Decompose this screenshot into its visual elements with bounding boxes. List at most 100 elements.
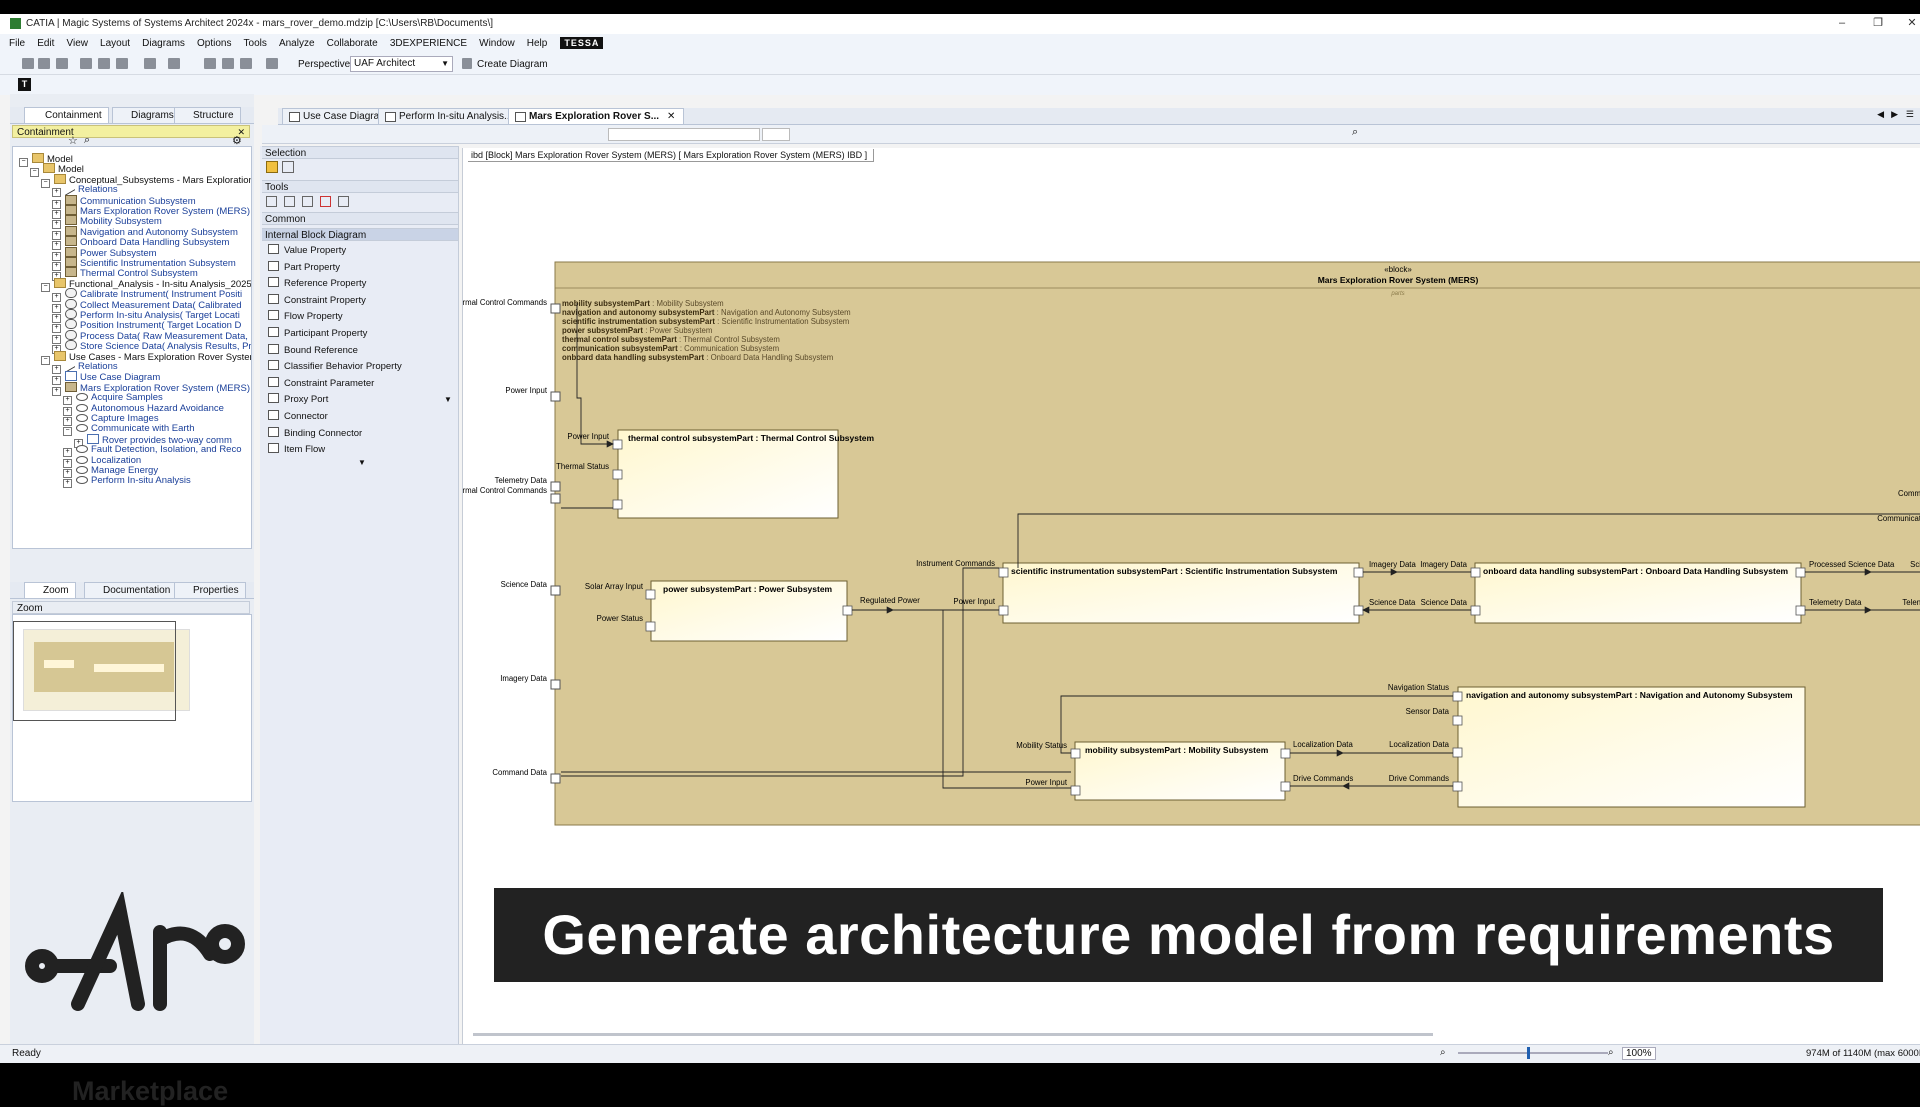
tab-scroll-right-icon[interactable]: ▶ bbox=[1891, 109, 1898, 120]
secondary-toolbar: T bbox=[0, 75, 1920, 95]
zoom-viewport-frame[interactable] bbox=[13, 621, 176, 721]
palette-item[interactable]: Classifier Behavior Property bbox=[268, 360, 402, 372]
palette-item[interactable]: Flow Property bbox=[268, 310, 343, 322]
zoom-out-icon[interactable]: ⌕ bbox=[1440, 1047, 1446, 1058]
outer-port[interactable] bbox=[550, 303, 561, 314]
palette-item[interactable]: Reference Property bbox=[268, 277, 366, 289]
menu-analyze[interactable]: Analyze bbox=[279, 38, 315, 49]
menu-diagrams[interactable]: Diagrams bbox=[142, 38, 185, 49]
zoom-slider[interactable] bbox=[1458, 1052, 1608, 1054]
ibd-diagram[interactable]: «block» Mars Exploration Rover System (M… bbox=[463, 148, 1920, 948]
tab-perform-in-situ-analysis[interactable]: Perform In-situ Analysis... bbox=[378, 108, 522, 124]
menu-3dexperience[interactable]: 3DEXPERIENCE bbox=[390, 38, 467, 49]
palette-ibd-header[interactable]: Internal Block Diagram bbox=[262, 228, 458, 241]
expand-toggle-icon[interactable]: − bbox=[41, 178, 50, 188]
zoom-in-icon[interactable]: ⌕ bbox=[1608, 1047, 1614, 1058]
zoom-percent[interactable]: 100% bbox=[1622, 1047, 1656, 1060]
outer-port-label: Telemetry Data bbox=[495, 476, 548, 485]
expand-toggle-icon[interactable]: − bbox=[41, 282, 50, 292]
perspective-select[interactable]: UAF Architect ▼ bbox=[350, 56, 453, 72]
save-icon[interactable] bbox=[56, 58, 68, 69]
block-icon bbox=[65, 215, 77, 226]
check-icon[interactable] bbox=[222, 58, 234, 69]
menu-collaborate[interactable]: Collaborate bbox=[327, 38, 378, 49]
palette-common-header[interactable]: Common bbox=[262, 212, 458, 225]
palette-item[interactable]: Part Property bbox=[268, 260, 340, 273]
menu-edit[interactable]: Edit bbox=[37, 38, 54, 49]
print-icon[interactable] bbox=[98, 58, 110, 69]
palette-item[interactable]: Bound Reference bbox=[268, 343, 358, 356]
perspective-icon[interactable] bbox=[266, 58, 278, 69]
containment-tree[interactable]: − Model − Model − Conceptual_Subsystems - Mar… bbox=[12, 146, 252, 549]
font-select[interactable] bbox=[608, 128, 760, 141]
new-project-icon[interactable] bbox=[22, 58, 34, 69]
expand-toggle-icon[interactable]: − bbox=[41, 355, 50, 365]
outer-port[interactable] bbox=[550, 481, 561, 492]
tab-scroll-left-icon[interactable]: ◀ bbox=[1877, 109, 1884, 120]
tab-containment[interactable]: Containment bbox=[24, 107, 109, 123]
thermal-part[interactable] bbox=[617, 429, 839, 519]
tessa-badge[interactable]: TESSA bbox=[560, 37, 604, 49]
outer-port[interactable] bbox=[550, 585, 561, 596]
create-diagram-button[interactable]: Create Diagram bbox=[477, 59, 548, 70]
horizontal-scrollbar[interactable] bbox=[473, 1033, 1433, 1036]
zoom-search-icon[interactable]: ⌕ bbox=[1352, 126, 1358, 139]
outer-port[interactable] bbox=[550, 391, 561, 402]
expand-toggle-icon[interactable]: − bbox=[63, 427, 72, 437]
export-icon[interactable] bbox=[80, 58, 92, 69]
outer-port[interactable] bbox=[550, 493, 561, 504]
palette-item[interactable]: Constraint Parameter bbox=[268, 376, 374, 389]
menu-layout[interactable]: Layout bbox=[100, 38, 130, 49]
palette-item-icon bbox=[268, 293, 279, 304]
palette-item[interactable]: Value Property bbox=[268, 244, 346, 256]
maximize-icon[interactable]: ❐ bbox=[1870, 16, 1886, 30]
palette-item[interactable]: Connector bbox=[268, 410, 328, 422]
palette-item[interactable]: Participant Property bbox=[268, 327, 367, 339]
menu-file[interactable]: File bbox=[9, 38, 25, 49]
menu-window[interactable]: Window bbox=[479, 38, 515, 49]
expand-toggle-icon[interactable]: + bbox=[52, 386, 61, 396]
scroll-down-icon[interactable]: ▼ bbox=[444, 395, 452, 404]
minimize-icon[interactable]: – bbox=[1834, 16, 1850, 30]
open-project-icon[interactable] bbox=[38, 58, 50, 69]
zoom-pane[interactable] bbox=[12, 614, 252, 802]
redo-icon[interactable] bbox=[168, 58, 180, 69]
tab-mars-exploration-ibd[interactable]: Mars Exploration Rover S... ✕ bbox=[508, 108, 685, 124]
outer-port[interactable] bbox=[550, 773, 561, 784]
menu-help[interactable]: Help bbox=[527, 38, 548, 49]
close-tab-icon[interactable]: ✕ bbox=[667, 111, 675, 122]
undo-icon[interactable] bbox=[144, 58, 156, 69]
print-preview-icon[interactable] bbox=[116, 58, 128, 69]
tab-properties[interactable]: Properties bbox=[174, 582, 246, 598]
menu-view[interactable]: View bbox=[66, 38, 88, 49]
font-size-select[interactable] bbox=[762, 128, 790, 141]
palette-item[interactable]: Binding Connector bbox=[268, 426, 362, 439]
outer-ports: Thermal Control Commands Power Input Telem… bbox=[463, 298, 561, 784]
tab-list-icon[interactable]: ☰ bbox=[1906, 109, 1914, 120]
expand-toggle-icon[interactable]: + bbox=[63, 479, 72, 489]
marquee-tool-icon[interactable] bbox=[282, 161, 294, 173]
tree-item[interactable]: + Perform In-situ Analysis bbox=[63, 475, 191, 489]
tab-zoom[interactable]: Zoom bbox=[24, 582, 76, 598]
pointer-tool-icon[interactable] bbox=[266, 161, 278, 173]
nav-part[interactable] bbox=[1457, 686, 1806, 808]
palette-item[interactable]: Proxy Port bbox=[268, 393, 328, 405]
palette-item[interactable]: Item Flow bbox=[268, 443, 325, 455]
expand-toggle-icon[interactable]: − bbox=[30, 168, 39, 178]
expand-toggle-icon[interactable]: − bbox=[19, 158, 28, 167]
palette-item[interactable]: Constraint Property bbox=[268, 293, 366, 306]
menu-options[interactable]: Options bbox=[197, 38, 231, 49]
tab-structure[interactable]: Structure bbox=[174, 107, 241, 123]
outer-port[interactable] bbox=[550, 679, 561, 690]
zoom-slider-thumb[interactable] bbox=[1527, 1047, 1530, 1059]
tools-icon-row[interactable] bbox=[266, 196, 349, 207]
validate-icon[interactable] bbox=[204, 58, 216, 69]
menu-tools[interactable]: Tools bbox=[244, 38, 267, 49]
stop-icon[interactable] bbox=[240, 58, 252, 69]
outer-port-label: Power Input bbox=[505, 386, 547, 395]
tab-documentation[interactable]: Documentation bbox=[84, 582, 178, 598]
close-icon[interactable]: ✕ bbox=[1904, 16, 1920, 30]
text-tool-icon[interactable]: T bbox=[18, 78, 31, 91]
tab-diagrams[interactable]: Diagrams bbox=[112, 107, 181, 123]
expand-more-icon[interactable]: ▼ bbox=[358, 458, 366, 467]
